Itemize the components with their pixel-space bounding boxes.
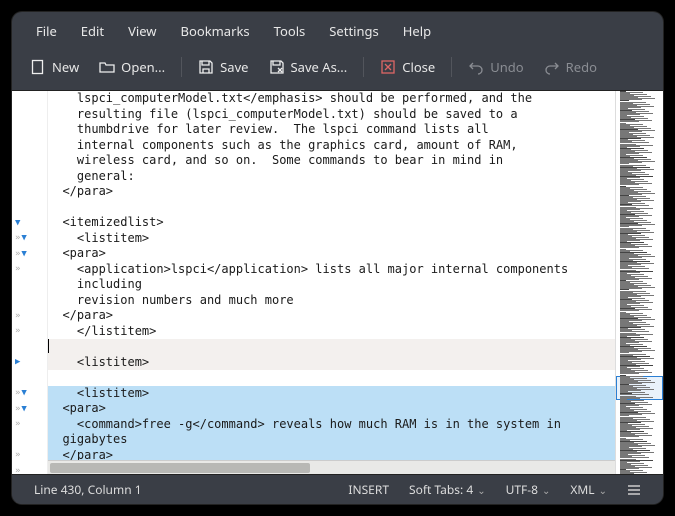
new-button[interactable]: New (20, 52, 89, 82)
code-line: </para> (48, 184, 615, 200)
fold-marker-icon[interactable] (21, 249, 26, 259)
code-line: revision numbers and much more (48, 293, 615, 309)
status-mode[interactable]: INSERT (338, 481, 399, 498)
new-label: New (52, 58, 79, 76)
editor-area: lspci_computerModel.txt</emphasis> shoul… (12, 90, 663, 474)
code-line: general: (48, 169, 615, 185)
code-line: <para> (48, 246, 615, 262)
scrollbar-thumb[interactable] (50, 463, 310, 473)
code-content[interactable]: lspci_computerModel.txt</emphasis> shoul… (48, 91, 615, 460)
menu-edit[interactable]: Edit (71, 18, 114, 44)
close-label: Close (402, 58, 435, 76)
toolbar-separator (451, 57, 452, 77)
code-line: including (48, 277, 615, 293)
code-line: thumbdrive for later review. The lspci c… (48, 122, 615, 138)
indent-guide-icon (15, 326, 20, 336)
undo-icon (468, 59, 484, 75)
chevron-down-icon (599, 483, 607, 497)
indent-guide-icon (15, 419, 20, 429)
status-indent[interactable]: Soft Tabs: 4 (399, 481, 496, 498)
indent-guide-icon (15, 233, 20, 243)
menu-file[interactable]: File (26, 18, 67, 44)
code-line: lspci_computerModel.txt</emphasis> shoul… (48, 91, 615, 107)
toolbar-separator (181, 57, 182, 77)
code-line (48, 200, 615, 216)
code-line: </para> (48, 448, 615, 461)
code-line: <application>lspci</application> lists a… (48, 262, 615, 278)
save-icon (198, 59, 214, 75)
fold-marker-icon[interactable] (15, 218, 20, 228)
menu-view[interactable]: View (118, 18, 166, 44)
statusbar: Line 430, Column 1 INSERT Soft Tabs: 4 U… (12, 474, 663, 504)
undo-label: Undo (490, 58, 523, 76)
code-line: <command>free -g</command> reveals how m… (48, 417, 615, 433)
status-menu-icon[interactable] (617, 483, 651, 497)
save-as-button[interactable]: Save As... (259, 52, 358, 82)
redo-button[interactable]: Redo (534, 52, 607, 82)
save-as-label: Save As... (291, 58, 348, 76)
indent-guide-icon (15, 311, 20, 321)
menu-bookmarks[interactable]: Bookmarks (171, 18, 260, 44)
open-label: Open... (121, 58, 165, 76)
menu-help[interactable]: Help (393, 18, 441, 44)
indent-guide-icon (15, 404, 20, 414)
code-line: <itemizedlist> (48, 215, 615, 231)
code-line: <listitem> (48, 231, 615, 247)
status-filetype[interactable]: XML (560, 481, 617, 498)
indent-guide-icon (15, 450, 20, 460)
menu-tools[interactable]: Tools (264, 18, 316, 44)
indent-guide-icon (15, 249, 20, 259)
chevron-down-icon (542, 483, 550, 497)
code-line (48, 339, 615, 355)
folder-open-icon (99, 59, 115, 75)
close-icon (380, 59, 396, 75)
indent-guide-icon (15, 264, 20, 274)
close-button[interactable]: Close (370, 52, 445, 82)
new-file-icon (30, 59, 46, 75)
toolbar: New Open... Save Save As... Close (12, 48, 663, 90)
chevron-down-icon (477, 483, 485, 497)
gutter[interactable] (12, 91, 48, 474)
code-line-current: <listitem> (48, 355, 615, 371)
code-line: internal components such as the graphics… (48, 138, 615, 154)
code-line: gigabytes (48, 432, 615, 448)
fold-marker-icon[interactable] (21, 388, 26, 398)
code-line: <para> (48, 401, 615, 417)
code-line: </para> (48, 308, 615, 324)
save-button[interactable]: Save (188, 52, 258, 82)
editor-window: File Edit View Bookmarks Tools Settings … (12, 12, 663, 504)
code-line: resulting file (lspci_computerModel.txt)… (48, 107, 615, 123)
toolbar-separator (363, 57, 364, 77)
status-position[interactable]: Line 430, Column 1 (24, 481, 152, 498)
indent-guide-icon (15, 388, 20, 398)
horizontal-scrollbar[interactable] (48, 460, 615, 474)
code-line: <listitem> (48, 386, 615, 402)
redo-icon (544, 59, 560, 75)
save-label: Save (220, 58, 248, 76)
text-cursor (48, 339, 49, 353)
fold-marker-icon[interactable] (21, 404, 26, 414)
status-encoding[interactable]: UTF-8 (496, 481, 561, 498)
redo-label: Redo (566, 58, 597, 76)
save-as-icon (269, 59, 285, 75)
menu-settings[interactable]: Settings (319, 18, 388, 44)
fold-marker-icon[interactable] (21, 233, 26, 243)
code-line: </listitem> (48, 324, 615, 340)
undo-button[interactable]: Undo (458, 52, 533, 82)
open-button[interactable]: Open... (89, 52, 175, 82)
fold-marker-icon[interactable] (15, 357, 20, 367)
menubar: File Edit View Bookmarks Tools Settings … (12, 12, 663, 48)
code-line (48, 370, 615, 386)
minimap[interactable] (615, 91, 663, 474)
code-line: wireless card, and so on. Some commands … (48, 153, 615, 169)
